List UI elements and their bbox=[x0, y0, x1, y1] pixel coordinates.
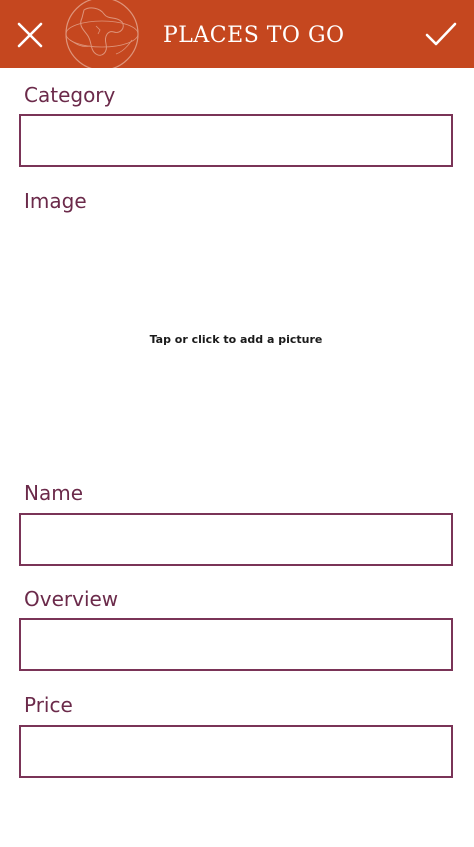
name-field[interactable] bbox=[19, 513, 453, 566]
overview-field[interactable] bbox=[19, 618, 453, 671]
close-button[interactable] bbox=[14, 19, 46, 51]
category-field[interactable] bbox=[19, 114, 453, 167]
category-label: Category bbox=[24, 83, 116, 107]
page-title: PLACES TO GO bbox=[163, 23, 345, 48]
globe-icon bbox=[65, 0, 139, 68]
price-label: Price bbox=[24, 693, 73, 717]
close-icon bbox=[17, 22, 43, 48]
checkmark-icon bbox=[425, 22, 457, 46]
image-picker[interactable]: Tap or click to add a picture bbox=[19, 222, 453, 462]
overview-label: Overview bbox=[24, 587, 119, 611]
app-header: PLACES TO GO bbox=[0, 0, 474, 68]
image-label: Image bbox=[24, 189, 87, 213]
name-label: Name bbox=[24, 481, 84, 505]
price-field[interactable] bbox=[19, 725, 453, 778]
confirm-button[interactable] bbox=[424, 20, 458, 50]
image-picker-hint: Tap or click to add a picture bbox=[149, 333, 323, 346]
